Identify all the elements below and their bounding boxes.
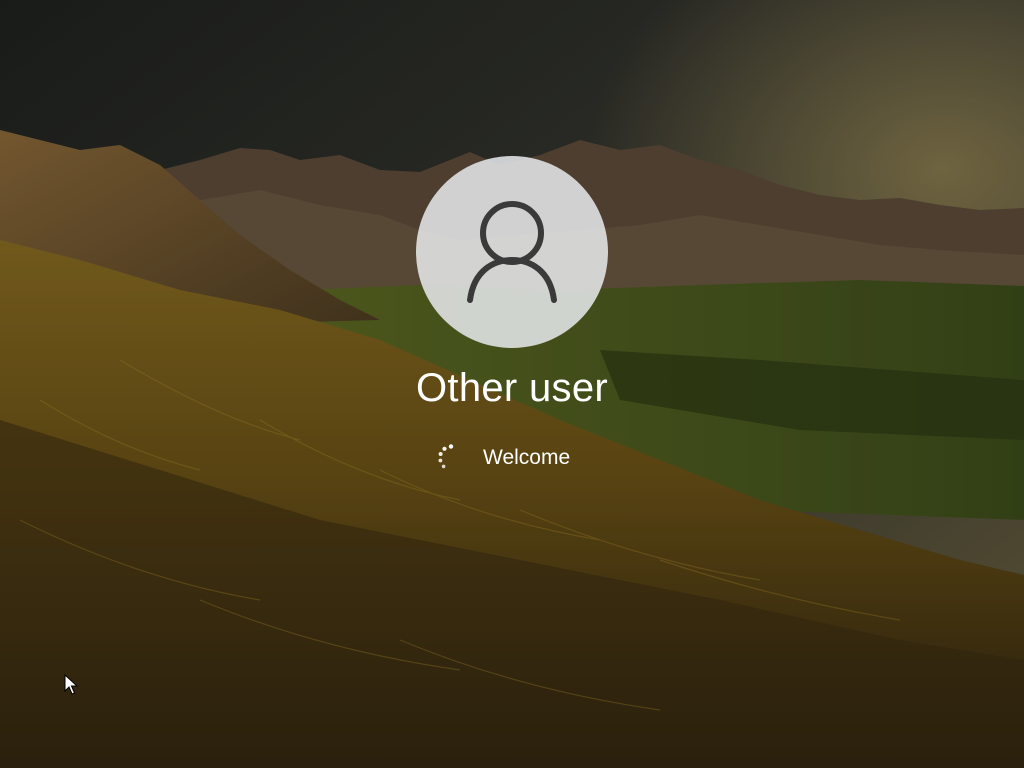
user-avatar [416, 156, 608, 348]
sign-in-status: Welcome [436, 442, 570, 474]
windows-login-screen: Other user Welcome [0, 0, 1024, 768]
status-message: Welcome [483, 446, 571, 469]
loading-spinner-icon [438, 444, 454, 469]
login-panel: Other user Welcome [0, 0, 1024, 768]
user-name-label: Other user [416, 366, 608, 410]
generic-user-icon [467, 201, 557, 303]
mouse-pointer-icon [64, 674, 78, 695]
